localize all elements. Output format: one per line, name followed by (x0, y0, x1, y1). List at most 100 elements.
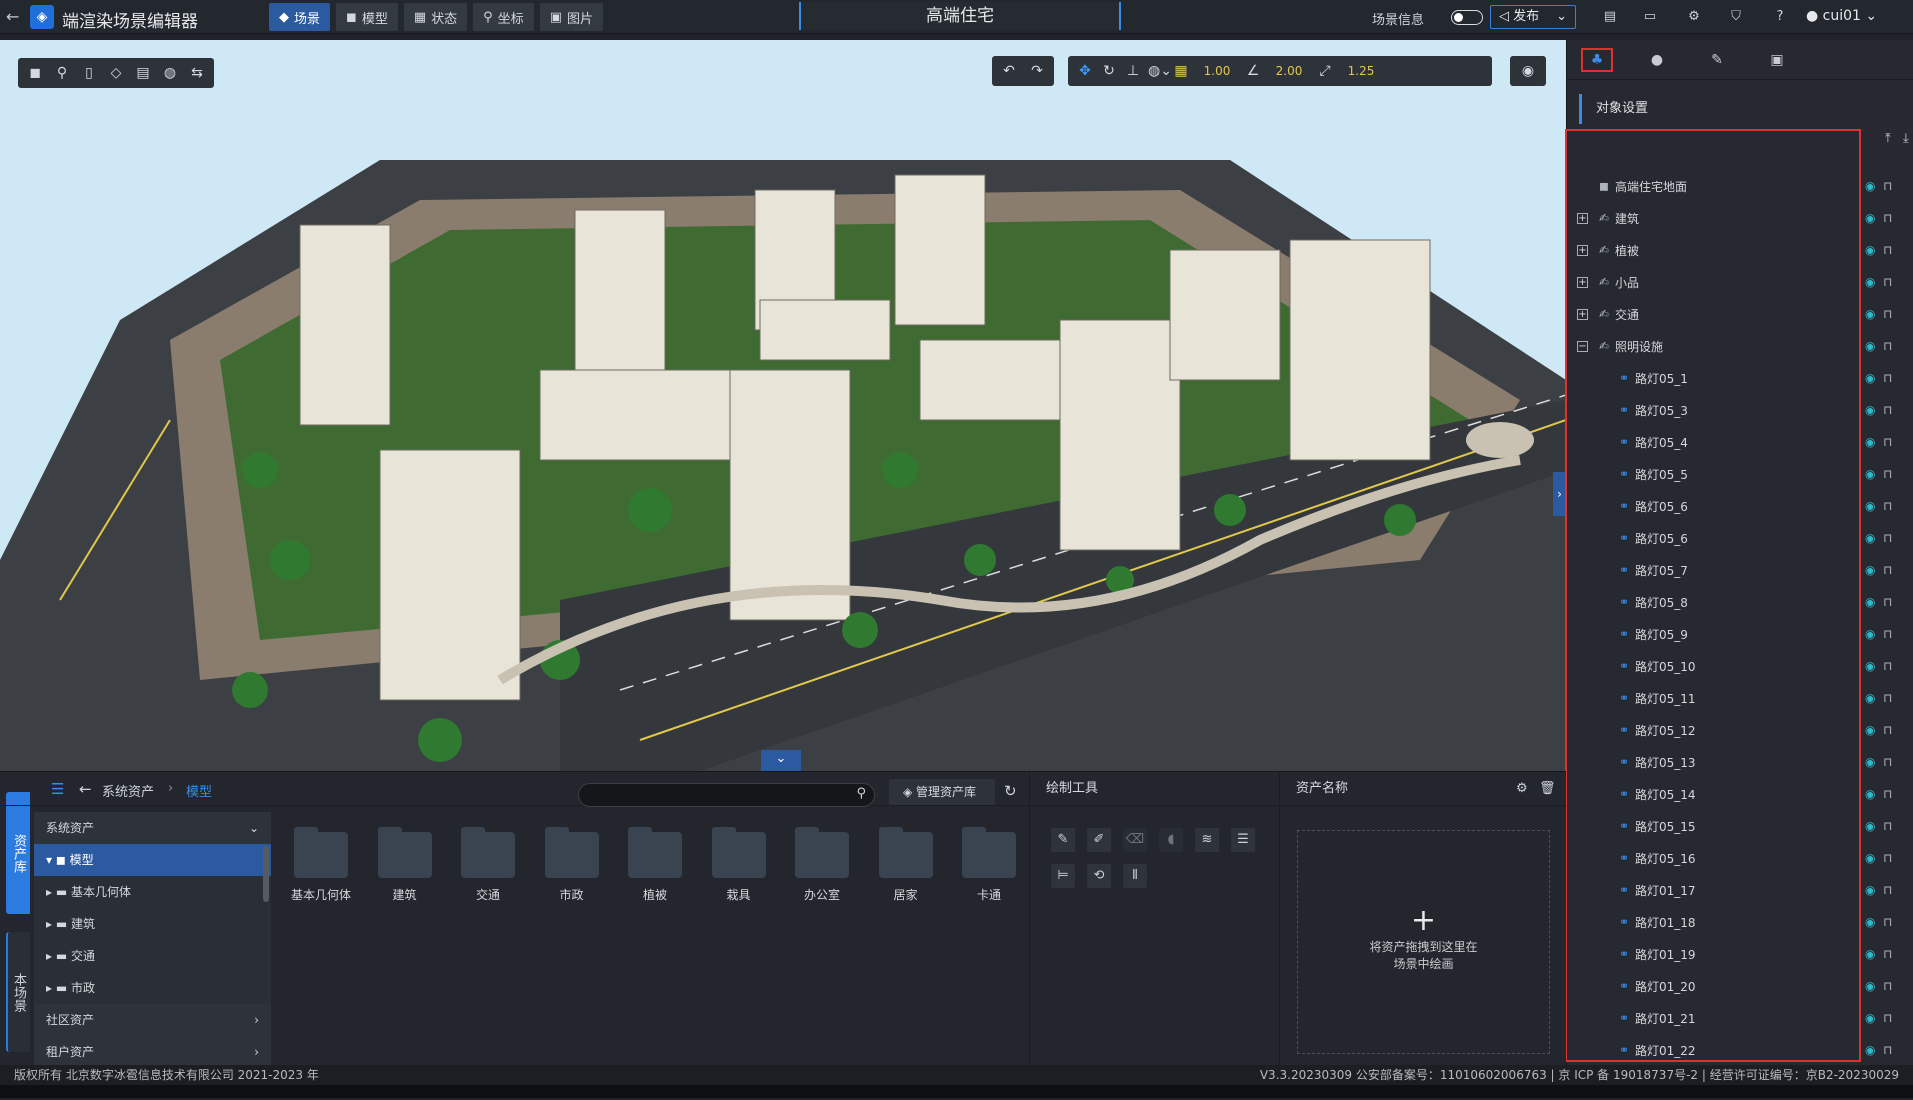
document-icon[interactable]: ▯ (80, 65, 98, 81)
lock-icon[interactable]: ⊓ (1883, 211, 1892, 225)
settings-icon[interactable]: ⚙ (1516, 781, 1528, 796)
visibility-eye-icon[interactable]: ◉ (1865, 627, 1875, 641)
lock-icon[interactable]: ⊓ (1883, 499, 1892, 513)
refresh-icon[interactable]: ↻ (1004, 782, 1017, 800)
asset-folder[interactable]: 植被 (620, 827, 690, 903)
asset-search-input[interactable]: ⚲ (578, 783, 875, 807)
monitor-icon[interactable]: ▭ (1642, 9, 1658, 25)
file-icon[interactable]: ▤ (134, 65, 152, 81)
menu-model[interactable]: ◼ 模型 (336, 3, 398, 31)
brush-tool-icon[interactable]: ✎ (1051, 828, 1075, 852)
visibility-eye-icon[interactable]: ◉ (1865, 755, 1875, 769)
tree-row[interactable]: ⚭ 路灯05_9 ◉ ⊓ (1567, 618, 1913, 650)
lock-icon[interactable]: ⊓ (1883, 435, 1892, 449)
visibility-eye-icon[interactable]: ◉ (1865, 915, 1875, 929)
visibility-eye-icon[interactable]: ◉ (1865, 499, 1875, 513)
asset-folder[interactable]: 卡通 (954, 827, 1024, 903)
3d-viewport[interactable]: ◼ ⚲ ▯ ◇ ▤ ◍ ⇆ ↶ ↷ ✥ ↻ ⊥ ◍⌄ ▦ 1.00 ∠ 2.00… (0, 40, 1566, 771)
side-tab-this-scene[interactable]: 本场景 (6, 932, 30, 1052)
expand-icon[interactable]: + (1577, 308, 1588, 320)
lock-icon[interactable]: ⊓ (1883, 339, 1892, 353)
visibility-eye-icon[interactable]: ◉ (1865, 723, 1875, 737)
lock-icon[interactable]: ⊓ (1883, 563, 1892, 577)
grid-snap-icon[interactable]: ▦ (1172, 63, 1190, 79)
paint-tool-icon[interactable]: ✐ (1087, 828, 1111, 852)
asset-folder[interactable]: 基本几何体 (286, 827, 356, 903)
lock-icon[interactable]: ⊓ (1883, 307, 1892, 321)
tree-row[interactable]: ⚭ 路灯05_6 ◉ ⊓ (1567, 522, 1913, 554)
tree-row[interactable]: ⚭ 路灯05_12 ◉ ⊓ (1567, 714, 1913, 746)
eraser-tool-icon[interactable]: ⌫ (1123, 828, 1147, 852)
tree-row[interactable]: ⚭ 路灯05_11 ◉ ⊓ (1567, 682, 1913, 714)
asset-folder[interactable]: 交通 (453, 827, 523, 903)
tab-effects[interactable]: ✎ (1687, 40, 1747, 80)
tree-row[interactable]: + ✍ 小品 ◉ ⊓ (1567, 266, 1913, 298)
visibility-eye-icon[interactable]: ◉ (1865, 371, 1875, 385)
sliders-tool-icon[interactable]: ⫴ (1123, 864, 1147, 888)
location-pin-icon[interactable]: ⚲ (53, 65, 71, 81)
visibility-eye-icon[interactable]: ◉ (1865, 435, 1875, 449)
lock-icon[interactable]: ⊓ (1883, 947, 1892, 961)
tree-row[interactable]: ⚭ 路灯05_14 ◉ ⊓ (1567, 778, 1913, 810)
visibility-eye-icon[interactable]: ◉ (1865, 243, 1875, 257)
library-tree-item[interactable]: ▸ ▬ 市政 (34, 972, 271, 1004)
tree-row[interactable]: ⚭ 路灯05_15 ◉ ⊓ (1567, 810, 1913, 842)
lock-icon[interactable]: ⊓ (1883, 243, 1892, 257)
tree-row[interactable]: ⚭ 路灯05_1 ◉ ⊓ (1567, 362, 1913, 394)
lock-icon[interactable]: ⊓ (1883, 467, 1892, 481)
asset-folder[interactable]: 栽具 (704, 827, 774, 903)
tree-row[interactable]: ⚭ 路灯05_13 ◉ ⊓ (1567, 746, 1913, 778)
visibility-eye-icon[interactable]: ◉ (1865, 339, 1875, 353)
grid-snap-value[interactable]: 1.00 (1196, 64, 1238, 78)
menu-image[interactable]: ▣ 图片 (539, 3, 603, 31)
lock-icon[interactable]: ⊓ (1883, 531, 1892, 545)
asset-folder[interactable]: 办公室 (787, 827, 857, 903)
expand-icon[interactable]: + (1577, 212, 1588, 224)
lock-icon[interactable]: ⊓ (1883, 691, 1892, 705)
library-tree-item[interactable]: ▸ ▬ 基本几何体 (34, 876, 271, 908)
camera-reset-icon[interactable]: ◉ (1519, 63, 1537, 79)
search-icon[interactable]: ⚲ (856, 786, 866, 801)
move-icon[interactable]: ✥ (1076, 63, 1094, 79)
library-group[interactable]: 租户资产 › (34, 1036, 271, 1068)
back-arrow-icon[interactable]: ← (79, 780, 92, 798)
visibility-eye-icon[interactable]: ◉ (1865, 179, 1875, 193)
lock-icon[interactable]: ⊓ (1883, 787, 1892, 801)
tree-row[interactable]: ⚭ 路灯01_19 ◉ ⊓ (1567, 938, 1913, 970)
tree-row[interactable]: ⚭ 路灯05_5 ◉ ⊓ (1567, 458, 1913, 490)
tree-row[interactable]: ⚭ 路灯05_8 ◉ ⊓ (1567, 586, 1913, 618)
library-tree-item[interactable]: ▾ ◼ 模型 (34, 844, 271, 876)
visibility-eye-icon[interactable]: ◉ (1865, 691, 1875, 705)
settings-icon[interactable]: ⚙ (1686, 9, 1702, 25)
visibility-eye-icon[interactable]: ◉ (1865, 275, 1875, 289)
tree-row[interactable]: + ✍ 植被 ◉ ⊓ (1567, 234, 1913, 266)
translate-icon[interactable]: ⇆ (188, 65, 206, 81)
scale-snap-icon[interactable]: ⤢ (1316, 63, 1334, 79)
collapse-icon[interactable]: − (1577, 340, 1588, 352)
tree-row[interactable]: + ✍ 建筑 ◉ ⊓ (1567, 202, 1913, 234)
lock-icon[interactable]: ⊓ (1883, 595, 1892, 609)
lock-icon[interactable]: ⊓ (1883, 275, 1892, 289)
visibility-eye-icon[interactable]: ◉ (1865, 211, 1875, 225)
tree-row[interactable]: ⚭ 路灯01_21 ◉ ⊓ (1567, 1002, 1913, 1034)
visibility-eye-icon[interactable]: ◉ (1865, 787, 1875, 801)
angle-snap-value[interactable]: 2.00 (1268, 64, 1310, 78)
lock-icon[interactable]: ⊓ (1883, 371, 1892, 385)
visibility-eye-icon[interactable]: ◉ (1865, 851, 1875, 865)
tree-row[interactable]: + ✍ 交通 ◉ ⊓ (1567, 298, 1913, 330)
align-tool-icon[interactable]: ⊨ (1051, 864, 1075, 888)
visibility-eye-icon[interactable]: ◉ (1865, 563, 1875, 577)
expand-icon[interactable]: + (1577, 276, 1588, 288)
asset-folder[interactable]: 市政 (537, 827, 607, 903)
rotate-icon[interactable]: ↻ (1100, 63, 1118, 79)
user-menu[interactable]: ● cui01 ⌄ (1806, 8, 1877, 24)
scatter-tool-icon[interactable]: ≋ (1195, 828, 1219, 852)
visibility-eye-icon[interactable]: ◉ (1865, 403, 1875, 417)
fill-tool-icon[interactable]: ◖ (1159, 828, 1183, 852)
lock-icon[interactable]: ⊓ (1883, 819, 1892, 833)
collapse-right-panel-handle[interactable]: › (1553, 472, 1566, 516)
visibility-eye-icon[interactable]: ◉ (1865, 1043, 1875, 1057)
visibility-eye-icon[interactable]: ◉ (1865, 531, 1875, 545)
upload-icon[interactable]: ⤒ (1885, 131, 1891, 146)
lock-icon[interactable]: ⊓ (1883, 403, 1892, 417)
